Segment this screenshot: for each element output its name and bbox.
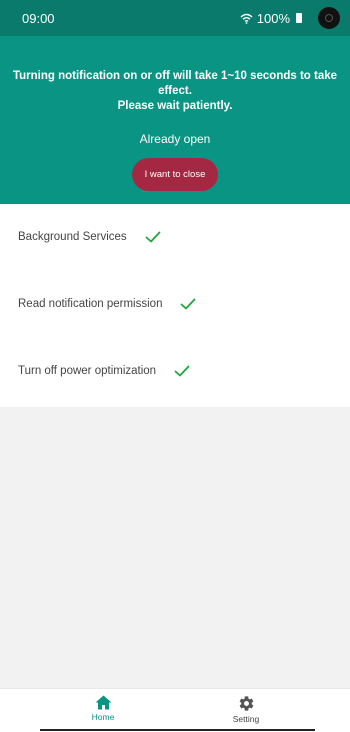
wifi-icon <box>240 13 253 24</box>
gesture-bar[interactable] <box>40 729 315 731</box>
permission-item-read-notification[interactable]: Read notification permission <box>18 298 196 310</box>
permission-list: Background Services Read notification pe… <box>0 204 350 407</box>
check-icon <box>174 365 190 377</box>
notice-text: Turning notification on or off will take… <box>0 36 350 114</box>
notification-state: Already open <box>139 132 211 146</box>
status-time: 09:00 <box>22 10 55 26</box>
permission-item-power-optimization[interactable]: Turn off power optimization <box>18 365 190 377</box>
permission-label: Read notification permission <box>18 298 163 310</box>
battery-icon <box>296 13 302 23</box>
notice-line-1: Turning notification on or off will take… <box>12 70 338 82</box>
tab-setting-label: Setting <box>232 714 260 724</box>
status-bar: 09:00 100% <box>0 0 350 36</box>
permission-label: Turn off power optimization <box>18 365 157 377</box>
tab-home-label: Home <box>91 712 115 722</box>
home-icon <box>95 695 111 710</box>
notification-header: Turning notification on or off will take… <box>0 36 350 204</box>
check-icon <box>145 231 161 243</box>
permission-item-background-services[interactable]: Background Services <box>18 231 161 243</box>
gear-icon <box>239 696 253 711</box>
permission-label: Background Services <box>18 231 127 243</box>
battery-level: 100% <box>256 10 290 26</box>
tab-home[interactable]: Home <box>63 695 143 722</box>
status-right: 100% <box>240 7 340 29</box>
notice-line-2: effect. <box>158 85 192 97</box>
check-icon <box>181 298 196 310</box>
camera-icon <box>318 7 340 29</box>
bottom-nav: Home Setting <box>0 688 350 732</box>
tab-setting[interactable]: Setting <box>206 695 286 724</box>
close-notification-button[interactable]: I want to close <box>132 158 218 191</box>
notice-line-3: Please wait patiently. <box>117 100 233 112</box>
